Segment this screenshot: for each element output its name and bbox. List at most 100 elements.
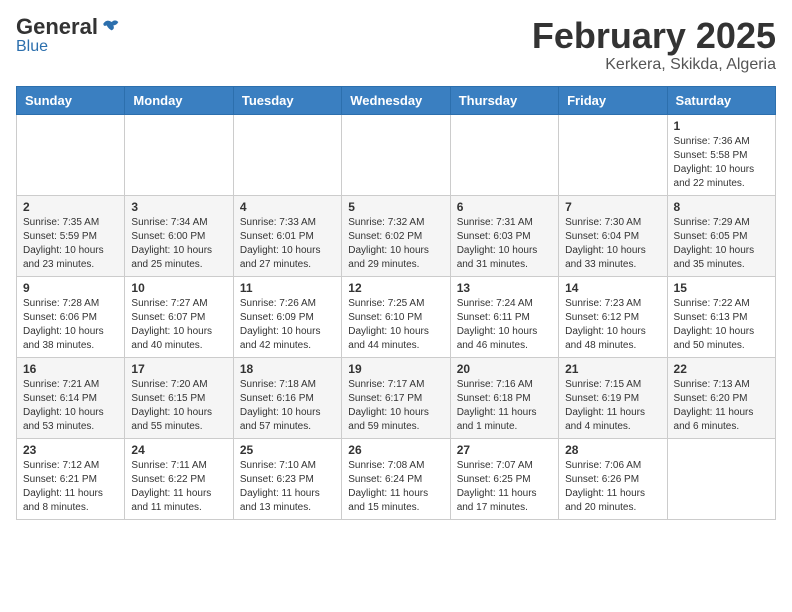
weekday-header-tuesday: Tuesday [233,86,341,114]
weekday-header-saturday: Saturday [667,86,775,114]
day-info-text: Sunrise: 7:07 AM Sunset: 6:25 PM Dayligh… [457,459,552,515]
day-cell-25: 25Sunrise: 7:10 AM Sunset: 6:23 PM Dayli… [233,438,341,519]
day-info-text: Sunrise: 7:20 AM Sunset: 6:15 PM Dayligh… [131,378,226,434]
day-cell-2: 2 Sunrise: 7:35 AM Sunset: 5:59 PM Daylig… [17,195,125,276]
day-number: 15 [674,281,769,295]
day-number: 14 [565,281,660,295]
week-row-5: 23 Sunrise: 7:12 AM Sunset: 6:21 PM Dayli… [17,438,776,519]
day-cell-6: 6 Sunrise: 7:31 AM Sunset: 6:03 PM Daylig… [450,195,558,276]
week-row-3: 9 Sunrise: 7:28 AM Sunset: 6:06 PM Daylig… [17,276,776,357]
day-info-text: Sunrise: 7:12 AM Sunset: 6:21 PM Dayligh… [23,459,118,515]
day-info-text: Sunrise: 7:33 AM Sunset: 6:01 PM Dayligh… [240,216,335,272]
day-number: 7 [565,200,660,214]
month-title: February 2025 [532,16,776,56]
day-info-text: Sunrise: 7:11 AM Sunset: 6:22 PM Dayligh… [131,459,226,515]
day-cell-5: 5Sunrise: 7:32 AM Sunset: 6:02 PM Daylig… [342,195,450,276]
day-cell-12: 12Sunrise: 7:25 AM Sunset: 6:10 PM Dayli… [342,276,450,357]
day-cell-18: 18 Sunrise: 7:18 AM Sunset: 6:16 PM Dayli… [233,357,341,438]
logo-bird-icon [100,17,120,37]
day-cell-16: 16 Sunrise: 7:21 AM Sunset: 6:14 PM Dayli… [17,357,125,438]
day-info-text: Sunrise: 7:24 AM Sunset: 6:11 PM Dayligh… [457,297,552,353]
day-info-text: Sunrise: 7:08 AM Sunset: 6:24 PM Dayligh… [348,459,443,515]
empty-cell [233,114,341,195]
empty-cell [450,114,558,195]
day-number: 16 [23,362,118,376]
day-number: 13 [457,281,552,295]
day-number: 11 [240,281,335,295]
day-info-text: Sunrise: 7:27 AM Sunset: 6:07 PM Dayligh… [131,297,226,353]
location-subtitle: Kerkera, Skikda, Algeria [532,56,776,74]
day-info-text: Sunrise: 7:32 AM Sunset: 6:02 PM Dayligh… [348,216,443,272]
day-cell-8: 8 Sunrise: 7:29 AM Sunset: 6:05 PM Daylig… [667,195,775,276]
day-cell-3: 3Sunrise: 7:34 AM Sunset: 6:00 PM Daylig… [125,195,233,276]
day-cell-21: 21 Sunrise: 7:15 AM Sunset: 6:19 PM Dayli… [559,357,667,438]
day-cell-11: 11 Sunrise: 7:26 AM Sunset: 6:09 PM Dayli… [233,276,341,357]
day-info-text: Sunrise: 7:22 AM Sunset: 6:13 PM Dayligh… [674,297,769,353]
week-row-4: 16 Sunrise: 7:21 AM Sunset: 6:14 PM Dayli… [17,357,776,438]
empty-cell [667,438,775,519]
weekday-header-monday: Monday [125,86,233,114]
day-info-text: Sunrise: 7:10 AM Sunset: 6:23 PM Dayligh… [240,459,335,515]
day-cell-7: 7 Sunrise: 7:30 AM Sunset: 6:04 PM Daylig… [559,195,667,276]
day-number: 2 [23,200,118,214]
day-cell-1: 1Sunrise: 7:36 AM Sunset: 5:58 PM Daylig… [667,114,775,195]
day-info-text: Sunrise: 7:15 AM Sunset: 6:19 PM Dayligh… [565,378,660,434]
weekday-header-wednesday: Wednesday [342,86,450,114]
day-number: 26 [348,443,443,457]
logo: General Blue [16,16,120,56]
empty-cell [17,114,125,195]
weekday-header-sunday: Sunday [17,86,125,114]
calendar-table: SundayMondayTuesdayWednesdayThursdayFrid… [16,86,776,520]
day-cell-24: 24 Sunrise: 7:11 AM Sunset: 6:22 PM Dayli… [125,438,233,519]
empty-cell [342,114,450,195]
title-block: February 2025 Kerkera, Skikda, Algeria [532,16,776,74]
day-info-text: Sunrise: 7:16 AM Sunset: 6:18 PM Dayligh… [457,378,552,434]
day-number: 6 [457,200,552,214]
day-cell-23: 23 Sunrise: 7:12 AM Sunset: 6:21 PM Dayli… [17,438,125,519]
day-info-text: Sunrise: 7:28 AM Sunset: 6:06 PM Dayligh… [23,297,118,353]
day-number: 10 [131,281,226,295]
day-info-text: Sunrise: 7:13 AM Sunset: 6:20 PM Dayligh… [674,378,769,434]
day-number: 27 [457,443,552,457]
day-info-text: Sunrise: 7:29 AM Sunset: 6:05 PM Dayligh… [674,216,769,272]
day-number: 24 [131,443,226,457]
day-number: 22 [674,362,769,376]
logo-general-text: General [16,16,98,38]
day-info-text: Sunrise: 7:18 AM Sunset: 6:16 PM Dayligh… [240,378,335,434]
day-number: 1 [674,119,769,133]
day-cell-26: 26 Sunrise: 7:08 AM Sunset: 6:24 PM Dayli… [342,438,450,519]
empty-cell [125,114,233,195]
day-number: 21 [565,362,660,376]
day-cell-19: 19 Sunrise: 7:17 AM Sunset: 6:17 PM Dayli… [342,357,450,438]
empty-cell [559,114,667,195]
day-info-text: Sunrise: 7:06 AM Sunset: 6:26 PM Dayligh… [565,459,660,515]
day-number: 3 [131,200,226,214]
day-cell-4: 4 Sunrise: 7:33 AM Sunset: 6:01 PM Daylig… [233,195,341,276]
day-cell-17: 17Sunrise: 7:20 AM Sunset: 6:15 PM Dayli… [125,357,233,438]
day-cell-27: 27 Sunrise: 7:07 AM Sunset: 6:25 PM Dayli… [450,438,558,519]
week-row-2: 2 Sunrise: 7:35 AM Sunset: 5:59 PM Daylig… [17,195,776,276]
day-number: 23 [23,443,118,457]
day-info-text: Sunrise: 7:30 AM Sunset: 6:04 PM Dayligh… [565,216,660,272]
day-info-text: Sunrise: 7:23 AM Sunset: 6:12 PM Dayligh… [565,297,660,353]
day-info-text: Sunrise: 7:26 AM Sunset: 6:09 PM Dayligh… [240,297,335,353]
day-number: 9 [23,281,118,295]
day-number: 19 [348,362,443,376]
page-header: General Blue February 2025 Kerkera, Skik… [16,16,776,74]
day-number: 18 [240,362,335,376]
day-cell-10: 10 Sunrise: 7:27 AM Sunset: 6:07 PM Dayli… [125,276,233,357]
day-info-text: Sunrise: 7:31 AM Sunset: 6:03 PM Dayligh… [457,216,552,272]
logo-blue-text: Blue [16,38,48,56]
day-info-text: Sunrise: 7:17 AM Sunset: 6:17 PM Dayligh… [348,378,443,434]
day-cell-14: 14 Sunrise: 7:23 AM Sunset: 6:12 PM Dayli… [559,276,667,357]
day-number: 20 [457,362,552,376]
day-number: 8 [674,200,769,214]
weekday-header-row: SundayMondayTuesdayWednesdayThursdayFrid… [17,86,776,114]
weekday-header-friday: Friday [559,86,667,114]
day-info-text: Sunrise: 7:35 AM Sunset: 5:59 PM Dayligh… [23,216,118,272]
weekday-header-thursday: Thursday [450,86,558,114]
day-info-text: Sunrise: 7:21 AM Sunset: 6:14 PM Dayligh… [23,378,118,434]
day-number: 12 [348,281,443,295]
day-cell-28: 28Sunrise: 7:06 AM Sunset: 6:26 PM Dayli… [559,438,667,519]
day-number: 4 [240,200,335,214]
